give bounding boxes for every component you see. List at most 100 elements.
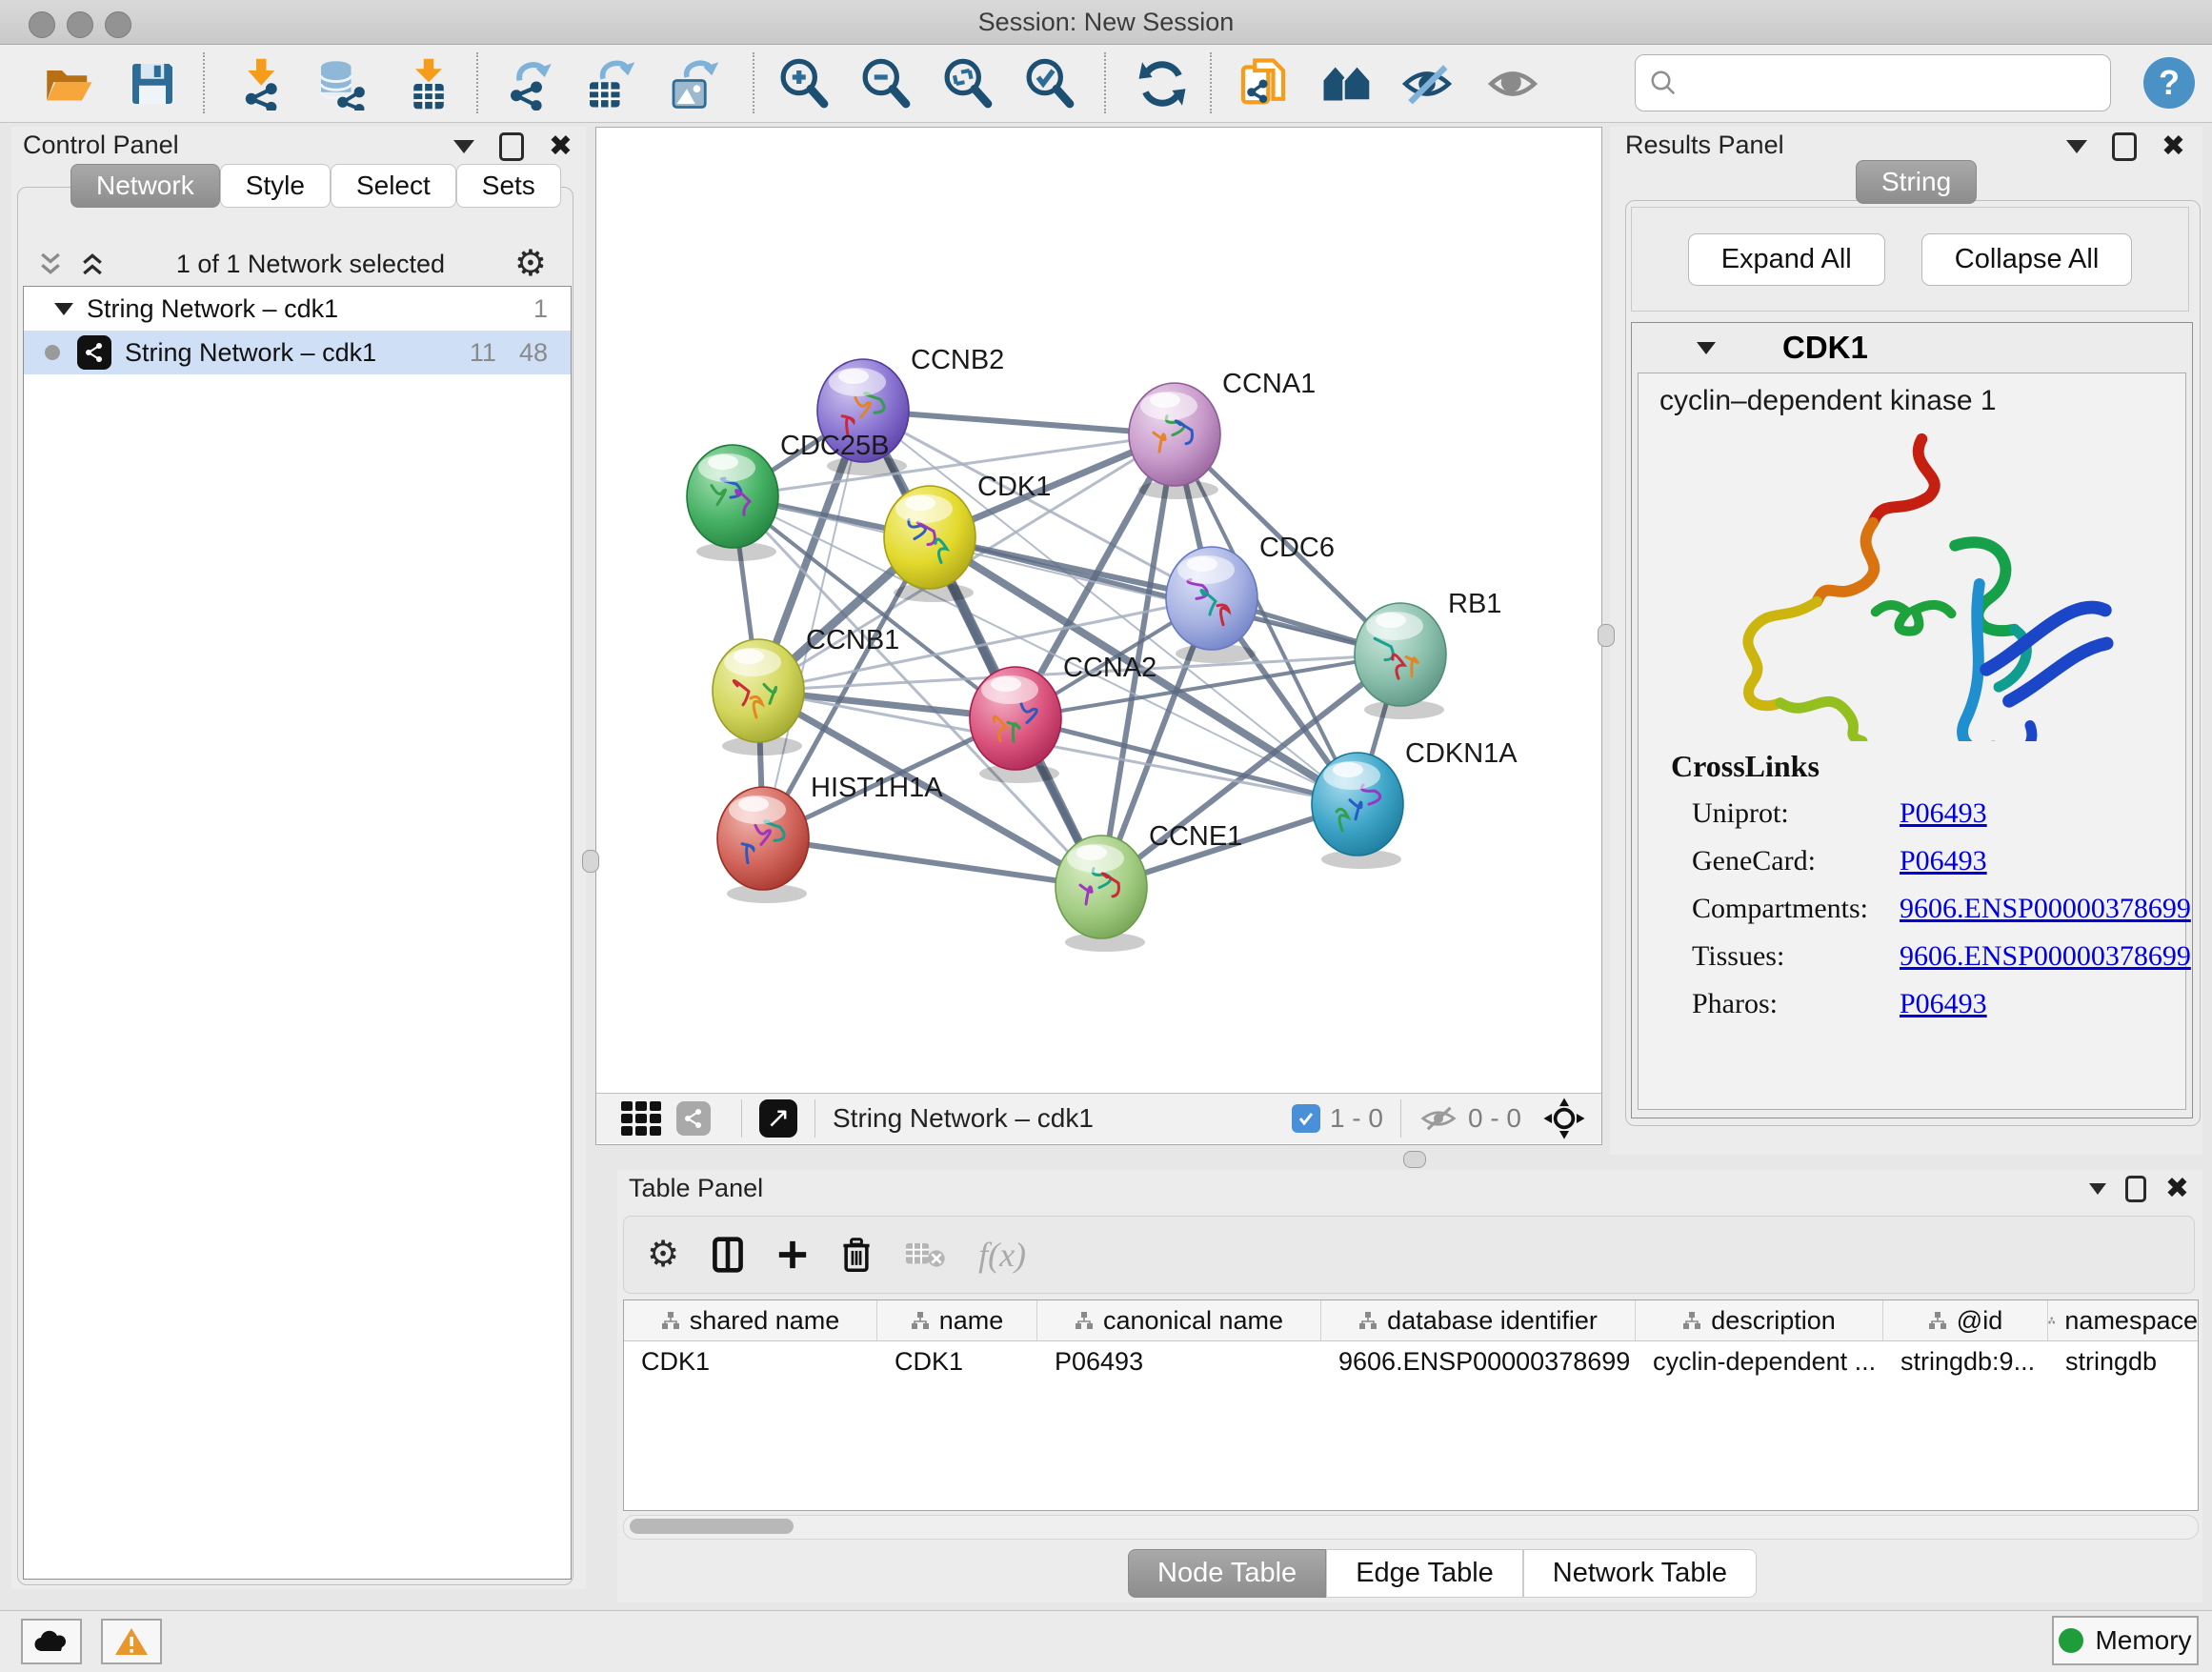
show-all-networks-icon[interactable] xyxy=(1320,57,1374,111)
refresh-icon[interactable] xyxy=(1136,57,1189,111)
column-header-namespace[interactable]: namespace xyxy=(2048,1300,2198,1340)
network-node-HIST1H1A[interactable]: HIST1H1A xyxy=(717,773,943,903)
cell-id[interactable]: stringdb:9... xyxy=(1883,1341,2048,1381)
tab-style[interactable]: Style xyxy=(220,164,331,208)
cell-name[interactable]: CDK1 xyxy=(877,1341,1037,1381)
tab-network-table[interactable]: Network Table xyxy=(1523,1549,1757,1598)
cell-namespace[interactable]: stringdb xyxy=(2048,1341,2198,1381)
close-window-icon[interactable] xyxy=(29,11,55,38)
table-horizontal-scrollbar[interactable] xyxy=(623,1515,2199,1540)
right-splitter-handle[interactable] xyxy=(1598,624,1615,647)
import-table-file-icon[interactable] xyxy=(402,57,455,111)
panel-menu-icon[interactable] xyxy=(453,140,474,153)
network-edge-HIST1H1A-CCNE1[interactable] xyxy=(763,838,1101,887)
tab-node-table[interactable]: Node Table xyxy=(1128,1549,1326,1598)
grid-view-icon[interactable] xyxy=(621,1101,661,1136)
birds-eye-view-icon[interactable] xyxy=(1542,1097,1586,1140)
panel-close-icon[interactable]: ✖ xyxy=(2162,135,2185,158)
gene-collapse-icon[interactable] xyxy=(1697,342,1716,354)
network-edge-CCNB2-CCNA1[interactable] xyxy=(863,411,1175,434)
gene-card-header[interactable]: CDK1 xyxy=(1632,323,2192,373)
column-header-database-identifier[interactable]: database identifier xyxy=(1321,1300,1636,1340)
tab-sets[interactable]: Sets xyxy=(456,164,561,208)
crosslink-pharos-link[interactable]: P06493 xyxy=(1900,988,1987,1020)
panel-float-icon[interactable] xyxy=(2125,1176,2146,1202)
network-row[interactable]: String Network – cdk1 11 48 xyxy=(24,331,571,374)
function-builder-icon[interactable]: f(x) xyxy=(978,1235,1026,1275)
import-network-database-icon[interactable] xyxy=(314,57,368,111)
help-button[interactable]: ? xyxy=(2143,57,2195,109)
cloud-button[interactable] xyxy=(21,1619,82,1664)
network-canvas[interactable]: CCNB2CCNA1CDC25BCDK1CDC6RB1CCNB1CCNA2CDK… xyxy=(596,128,1599,1093)
hide-eye-icon[interactable] xyxy=(1400,57,1454,111)
control-panel-title: Control Panel xyxy=(23,131,179,160)
panel-menu-icon[interactable] xyxy=(2089,1183,2106,1195)
export-network-icon[interactable] xyxy=(503,57,556,111)
network-node-CDKN1A[interactable]: CDKN1A xyxy=(1312,738,1518,869)
tab-network[interactable]: Network xyxy=(70,164,220,208)
panel-close-icon[interactable]: ✖ xyxy=(2165,1178,2189,1200)
panel-float-icon[interactable] xyxy=(2112,132,2137,161)
expand-all-button[interactable]: Expand All xyxy=(1688,233,1885,286)
network-node-CDK1[interactable]: CDK1 xyxy=(884,472,1051,602)
bottom-splitter-handle[interactable] xyxy=(1403,1151,1426,1168)
scrollbar-thumb[interactable] xyxy=(630,1519,794,1534)
collapse-all-button[interactable]: Collapse All xyxy=(1921,233,2133,286)
table-options-gear-icon[interactable]: ⚙ xyxy=(647,1237,679,1273)
memory-button[interactable]: Memory xyxy=(2052,1616,2199,1665)
network-node-CCNB1[interactable]: CCNB1 xyxy=(713,625,899,755)
network-badge-icon[interactable] xyxy=(676,1101,711,1136)
column-header-canonical-name[interactable]: canonical name xyxy=(1037,1300,1321,1340)
cell-canonical-name[interactable]: P06493 xyxy=(1037,1341,1321,1381)
tab-edge-table[interactable]: Edge Table xyxy=(1326,1549,1523,1598)
cell-description[interactable]: cyclin-dependent ... xyxy=(1636,1341,1883,1381)
maximize-window-icon[interactable] xyxy=(105,11,131,38)
import-network-file-icon[interactable] xyxy=(236,57,290,111)
delete-table-icon[interactable] xyxy=(904,1239,946,1270)
panel-float-icon[interactable] xyxy=(499,132,524,161)
expand-all-networks-icon[interactable] xyxy=(78,250,107,278)
tab-string[interactable]: String xyxy=(1856,160,1977,204)
crosslink-compartments-link[interactable]: 9606.ENSP00000378699 xyxy=(1900,893,2191,925)
show-columns-icon[interactable] xyxy=(712,1237,744,1273)
network-options-gear-icon[interactable]: ⚙ xyxy=(514,246,547,282)
panel-close-icon[interactable]: ✖ xyxy=(549,135,573,158)
show-eye-icon[interactable] xyxy=(1486,57,1539,111)
zoom-fit-icon[interactable] xyxy=(941,57,995,111)
open-session-icon[interactable] xyxy=(42,57,95,111)
warnings-button[interactable] xyxy=(101,1619,162,1664)
network-collection-row[interactable]: String Network – cdk1 1 xyxy=(24,287,571,331)
crosslink-uniprot-link[interactable]: P06493 xyxy=(1900,797,1987,830)
tab-select[interactable]: Select xyxy=(331,164,456,208)
column-header-shared-name[interactable]: shared name xyxy=(624,1300,877,1340)
add-column-icon[interactable] xyxy=(776,1239,809,1271)
open-in-window-icon[interactable]: ↗ xyxy=(759,1099,797,1138)
clone-network-icon[interactable] xyxy=(1237,57,1290,111)
collection-expand-icon[interactable] xyxy=(54,303,73,315)
cell-database-identifier[interactable]: 9606.ENSP00000378699 xyxy=(1321,1341,1636,1381)
panel-menu-icon[interactable] xyxy=(2066,140,2087,153)
search-input[interactable] xyxy=(1687,68,2110,99)
network-node-RB1[interactable]: RB1 xyxy=(1355,589,1501,719)
hidden-items-eye-icon[interactable] xyxy=(1418,1104,1458,1133)
minimize-window-icon[interactable] xyxy=(67,11,93,38)
zoom-in-icon[interactable] xyxy=(777,57,831,111)
zoom-out-icon[interactable] xyxy=(859,57,913,111)
network-node-CCNE1[interactable]: CCNE1 xyxy=(1056,821,1242,952)
zoom-selected-icon[interactable] xyxy=(1023,57,1076,111)
save-session-icon[interactable] xyxy=(126,57,179,111)
left-splitter-handle[interactable] xyxy=(582,850,599,873)
export-image-icon[interactable] xyxy=(667,57,720,111)
network-node-CDC6[interactable]: CDC6 xyxy=(1166,533,1335,663)
crosslink-tissues-link[interactable]: 9606.ENSP00000378699 xyxy=(1900,940,2191,973)
export-table-icon[interactable] xyxy=(583,57,636,111)
column-header-id[interactable]: @id xyxy=(1883,1300,2048,1340)
column-header-description[interactable]: description xyxy=(1636,1300,1883,1340)
cell-shared-name[interactable]: CDK1 xyxy=(624,1341,877,1381)
delete-column-icon[interactable] xyxy=(841,1237,872,1273)
table-row[interactable]: CDK1 CDK1 P06493 9606.ENSP00000378699 cy… xyxy=(624,1341,2198,1381)
crosslink-genecard-link[interactable]: P06493 xyxy=(1900,845,1987,877)
collapse-all-networks-icon[interactable] xyxy=(36,250,65,278)
selected-items-checkbox-icon[interactable] xyxy=(1292,1104,1320,1133)
column-header-name[interactable]: name xyxy=(877,1300,1037,1340)
